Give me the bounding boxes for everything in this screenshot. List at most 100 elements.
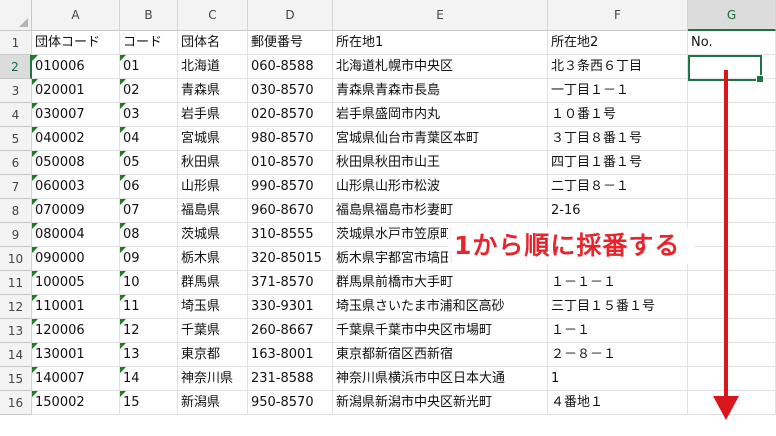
table-cell[interactable]: 千葉県千葉市中央区市場町 [333, 319, 548, 343]
row-header[interactable]: 6 [0, 151, 32, 175]
table-cell[interactable]: 120006 [32, 319, 120, 343]
table-cell[interactable]: 神奈川県横浜市中区日本大通 [333, 367, 548, 391]
table-cell[interactable]: ３丁目８番１号 [548, 127, 688, 151]
table-cell[interactable]: 東京都新宿区西新宿 [333, 343, 548, 367]
table-cell[interactable]: 09 [120, 247, 178, 271]
table-cell[interactable]: 一丁目１－１ [548, 79, 688, 103]
table-cell[interactable]: 12 [120, 319, 178, 343]
table-cell[interactable] [688, 319, 776, 343]
table-cell[interactable]: 231-8588 [248, 367, 333, 391]
table-cell[interactable]: 1 [548, 367, 688, 391]
table-cell[interactable]: 310-8555 [248, 223, 333, 247]
table-cell[interactable]: 秋田県 [178, 151, 248, 175]
table-cell[interactable]: 01 [120, 55, 178, 79]
table-cell[interactable]: ４番地１ [548, 391, 688, 415]
table-cell[interactable]: 群馬県前橋市大手町 [333, 271, 548, 295]
table-cell[interactable]: 栃木県 [178, 247, 248, 271]
row-header[interactable]: 5 [0, 127, 32, 151]
table-cell[interactable] [688, 391, 776, 415]
select-all-corner[interactable] [0, 0, 32, 31]
table-cell[interactable]: 山形県山形市松波 [333, 175, 548, 199]
row-header[interactable]: 9 [0, 223, 32, 247]
table-cell[interactable]: 990-8570 [248, 175, 333, 199]
header-cell[interactable]: コード [120, 31, 178, 55]
table-cell[interactable]: 110001 [32, 295, 120, 319]
column-header-B[interactable]: B [120, 0, 178, 31]
table-cell[interactable]: 宮城県 [178, 127, 248, 151]
row-header[interactable]: 12 [0, 295, 32, 319]
table-cell[interactable]: 秋田県秋田市山王 [333, 151, 548, 175]
table-cell[interactable]: 青森県 [178, 79, 248, 103]
table-cell[interactable]: 030007 [32, 103, 120, 127]
row-header[interactable]: 1 [0, 31, 32, 55]
table-cell[interactable]: 東京都 [178, 343, 248, 367]
table-cell[interactable]: 二丁目８－１ [548, 175, 688, 199]
table-cell[interactable]: 15 [120, 391, 178, 415]
table-cell[interactable]: 050008 [32, 151, 120, 175]
table-cell[interactable]: 060003 [32, 175, 120, 199]
table-cell[interactable]: 010-8570 [248, 151, 333, 175]
table-cell[interactable]: 06 [120, 175, 178, 199]
table-cell[interactable]: 08 [120, 223, 178, 247]
table-cell[interactable]: 07 [120, 199, 178, 223]
row-header[interactable]: 15 [0, 367, 32, 391]
table-cell[interactable] [688, 343, 776, 367]
row-header[interactable]: 11 [0, 271, 32, 295]
table-cell[interactable]: 茨城県 [178, 223, 248, 247]
table-cell[interactable]: 163-8001 [248, 343, 333, 367]
table-cell[interactable]: 02 [120, 79, 178, 103]
table-cell[interactable] [688, 367, 776, 391]
row-header[interactable]: 13 [0, 319, 32, 343]
table-cell[interactable]: 群馬県 [178, 271, 248, 295]
table-cell[interactable]: 13 [120, 343, 178, 367]
table-cell[interactable]: 11 [120, 295, 178, 319]
table-cell[interactable]: 020001 [32, 79, 120, 103]
table-cell[interactable]: 320-85015 [248, 247, 333, 271]
table-cell[interactable]: 371-8570 [248, 271, 333, 295]
table-cell[interactable]: 140007 [32, 367, 120, 391]
table-cell[interactable]: 山形県 [178, 175, 248, 199]
table-cell[interactable]: 05 [120, 151, 178, 175]
table-cell[interactable]: 福島県 [178, 199, 248, 223]
active-cell-G2[interactable] [688, 55, 764, 83]
table-cell[interactable]: 埼玉県さいたま市浦和区高砂 [333, 295, 548, 319]
column-header-F[interactable]: F [548, 0, 688, 31]
table-cell[interactable]: 千葉県 [178, 319, 248, 343]
table-cell[interactable]: 北３条西６丁目 [548, 55, 688, 79]
row-header[interactable]: 16 [0, 391, 32, 415]
table-cell[interactable]: 04 [120, 127, 178, 151]
table-cell[interactable]: 新潟県 [178, 391, 248, 415]
column-header-A[interactable]: A [32, 0, 120, 31]
table-cell[interactable]: 福島県福島市杉妻町 [333, 199, 548, 223]
table-cell[interactable]: 020-8570 [248, 103, 333, 127]
table-cell[interactable]: ２－８－１ [548, 343, 688, 367]
table-cell[interactable]: 260-8667 [248, 319, 333, 343]
table-cell[interactable]: 090000 [32, 247, 120, 271]
table-cell[interactable]: 100005 [32, 271, 120, 295]
table-cell[interactable] [688, 103, 776, 127]
table-cell[interactable] [688, 271, 776, 295]
table-cell[interactable]: 埼玉県 [178, 295, 248, 319]
row-header[interactable]: 7 [0, 175, 32, 199]
table-cell[interactable]: 950-8570 [248, 391, 333, 415]
table-cell[interactable] [688, 295, 776, 319]
column-header-C[interactable]: C [178, 0, 248, 31]
header-cell[interactable]: No. [688, 31, 776, 55]
table-cell[interactable]: 010006 [32, 55, 120, 79]
row-header[interactable]: 10 [0, 247, 32, 271]
table-cell[interactable]: 三丁目１５番１号 [548, 295, 688, 319]
row-header[interactable]: 3 [0, 79, 32, 103]
row-header[interactable]: 4 [0, 103, 32, 127]
header-cell[interactable]: 所在地1 [333, 31, 548, 55]
header-cell[interactable]: 団体名 [178, 31, 248, 55]
header-cell[interactable]: 所在地2 [548, 31, 688, 55]
table-cell[interactable]: 宮城県仙台市青葉区本町 [333, 127, 548, 151]
table-cell[interactable]: 北海道札幌市中央区 [333, 55, 548, 79]
table-cell[interactable]: １－１ [548, 319, 688, 343]
table-cell[interactable]: 080004 [32, 223, 120, 247]
row-header[interactable]: 14 [0, 343, 32, 367]
table-cell[interactable]: 北海道 [178, 55, 248, 79]
header-cell[interactable]: 郵便番号 [248, 31, 333, 55]
table-cell[interactable]: 030-8570 [248, 79, 333, 103]
table-cell[interactable] [688, 127, 776, 151]
